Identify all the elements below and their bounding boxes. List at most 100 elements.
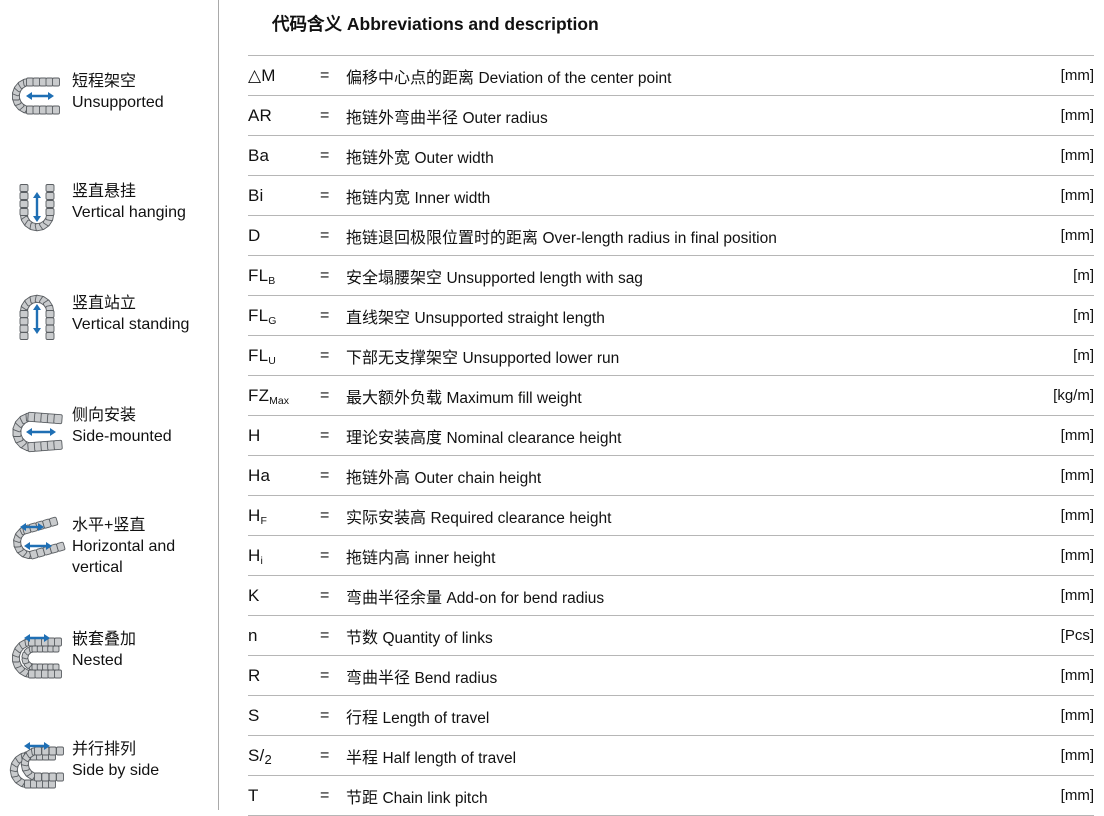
description-en: Bend radius	[414, 669, 498, 687]
symbol-subscript: Max	[269, 394, 290, 407]
description-cn: 拖链内宽	[346, 189, 411, 207]
sidebar-item-labels: 竖直悬挂 Vertical hanging	[72, 180, 186, 223]
abbreviation-description: 下部无支撑架空 Unsupported lower run	[346, 335, 998, 376]
table-row: FLG = 直线架空 Unsupported straight length [m]	[248, 295, 1094, 336]
abbreviation-description: 直线架空 Unsupported straight length	[346, 295, 998, 336]
unit-label: [mm]	[1060, 506, 1094, 524]
abbreviation-unit: [mm]	[998, 455, 1094, 496]
equals-sign: =	[320, 655, 346, 696]
abbreviation-symbol: HF	[248, 495, 320, 536]
abbreviation-unit: [mm]	[998, 575, 1094, 616]
unit-label: [mm]	[1060, 746, 1094, 764]
abbreviation-symbol: n	[248, 615, 320, 656]
symbol-subscript: i	[260, 554, 263, 567]
sidebar-item-label-en: Horizontal and vertical	[72, 538, 176, 577]
table-row: H = 理论安装高度 Nominal clearance height [mm]	[248, 415, 1094, 456]
sidebar-item-side-mounted[interactable]: 侧向安装 Side-mounted	[8, 404, 214, 456]
abbreviation-unit: [m]	[998, 295, 1094, 336]
abbreviation-description: 偏移中心点的距离 Deviation of the center point	[346, 55, 998, 96]
sidebar-item-label-en: Nested	[72, 652, 123, 670]
table-row: Ba = 拖链外宽 Outer width [mm]	[248, 135, 1094, 176]
description-en: Chain link pitch	[382, 789, 488, 807]
description-en: Unsupported lower run	[462, 349, 620, 367]
description-en: Required clearance height	[430, 509, 612, 527]
sidebar-item-side-by-side[interactable]: 并行排列 Side by side	[8, 738, 214, 790]
abbreviation-unit: [mm]	[998, 735, 1094, 776]
symbol-base: S	[248, 705, 260, 725]
unit-label: [mm]	[1060, 546, 1094, 564]
description-cn: 行程	[346, 709, 379, 727]
sidebar-item-label-cn: 竖直悬挂	[72, 183, 137, 200]
vertical-divider	[218, 0, 219, 810]
abbreviation-description: 实际安装高 Required clearance height	[346, 495, 998, 536]
sidebar-item-label-en: Side by side	[72, 762, 160, 780]
sidebar-item-labels: 水平+竖直 Horizontal and vertical	[72, 514, 214, 578]
page-title: 代码含义 Abbreviations and description	[272, 14, 599, 34]
abbreviation-description: 拖链外宽 Outer width	[346, 135, 998, 176]
sidebar-item-horizontal-and-vertical[interactable]: 水平+竖直 Horizontal and vertical	[8, 514, 214, 578]
abbreviation-unit: [mm]	[998, 655, 1094, 696]
symbol-subscript: U	[268, 354, 276, 367]
symbol-subscript: F	[260, 514, 267, 527]
unit-label: [kg/m]	[1053, 386, 1094, 404]
description-en: Nominal clearance height	[446, 429, 622, 447]
unit-label: [mm]	[1060, 666, 1094, 684]
abbreviation-description: 安全塌腰架空 Unsupported length with sag	[346, 255, 998, 296]
equals-sign: =	[320, 735, 346, 776]
abbreviation-unit: [mm]	[998, 415, 1094, 456]
unit-label: [mm]	[1060, 586, 1094, 604]
sidebar-item-vertical-standing[interactable]: 竖直站立 Vertical standing	[8, 292, 214, 344]
description-cn: 安全塌腰架空	[346, 269, 443, 287]
sidebar-item-nested[interactable]: 嵌套叠加 Nested	[8, 628, 214, 680]
symbol-base: S/2	[248, 745, 272, 767]
symbol-base: Ba	[248, 145, 270, 165]
equals-sign: =	[320, 335, 346, 376]
symbol-base: T	[248, 785, 259, 805]
abbreviations-table: △M = 偏移中心点的距离 Deviation of the center poin…	[248, 55, 1094, 816]
table-row: FZMax = 最大额外负载 Maximum fill weight [kg/m]	[248, 375, 1094, 416]
page-root: 短程架空 Unsupported 竖直悬挂 Vertical hanging 竖直站立 V…	[0, 0, 1104, 816]
sidebar-item-vertical-hanging[interactable]: 竖直悬挂 Vertical hanging	[8, 180, 214, 232]
abbreviation-unit: [mm]	[998, 215, 1094, 256]
description-cn: 拖链内高	[346, 549, 411, 567]
description-cn: 下部无支撑架空	[346, 349, 459, 367]
description-en: Over-length radius in final position	[542, 229, 777, 247]
unit-label: [m]	[1073, 266, 1094, 284]
symbol-base: R	[248, 665, 261, 685]
description-cn: 拖链外高	[346, 469, 411, 487]
unit-label: [mm]	[1060, 706, 1094, 724]
equals-sign: =	[320, 695, 346, 736]
symbol-base: FLB	[248, 265, 276, 287]
abbreviation-symbol: △M	[248, 55, 320, 96]
equals-sign: =	[320, 55, 346, 96]
equals-sign: =	[320, 295, 346, 336]
abbreviation-unit: [m]	[998, 335, 1094, 376]
table-row: Hi = 拖链内高 inner height [mm]	[248, 535, 1094, 576]
abbreviation-description: 拖链内高 inner height	[346, 535, 998, 576]
abbreviation-unit: [kg/m]	[998, 375, 1094, 416]
sidebar-item-label-cn: 并行排列	[72, 741, 137, 758]
description-en: inner height	[414, 549, 496, 567]
unit-label: [mm]	[1060, 786, 1094, 804]
abbreviation-description: 节数 Quantity of links	[346, 615, 998, 656]
sidebar-item-label-cn: 水平+竖直	[72, 517, 146, 534]
description-en: Outer width	[414, 149, 494, 167]
description-cn: 半程	[346, 749, 379, 767]
unit-label: [mm]	[1060, 466, 1094, 484]
abbreviation-symbol: Bi	[248, 175, 320, 216]
abbreviation-description: 拖链外弯曲半径 Outer radius	[346, 95, 998, 136]
description-cn: 弯曲半径余量	[346, 589, 443, 607]
description-cn: 理论安装高度	[346, 429, 443, 447]
description-cn: 直线架空	[346, 309, 411, 327]
description-en: Quantity of links	[382, 629, 493, 647]
drag-chain-nested-icon	[8, 628, 66, 680]
table-row: n = 节数 Quantity of links [Pcs]	[248, 615, 1094, 656]
unit-label: [m]	[1073, 306, 1094, 324]
unit-label: [mm]	[1060, 106, 1094, 124]
unit-label: [Pcs]	[1060, 626, 1094, 644]
sidebar-item-unsupported[interactable]: 短程架空 Unsupported	[8, 70, 214, 122]
abbreviation-unit: [mm]	[998, 495, 1094, 536]
symbol-base: n	[248, 625, 258, 645]
sidebar-item-labels: 短程架空 Unsupported	[72, 70, 164, 113]
abbreviation-description: 拖链外高 Outer chain height	[346, 455, 998, 496]
